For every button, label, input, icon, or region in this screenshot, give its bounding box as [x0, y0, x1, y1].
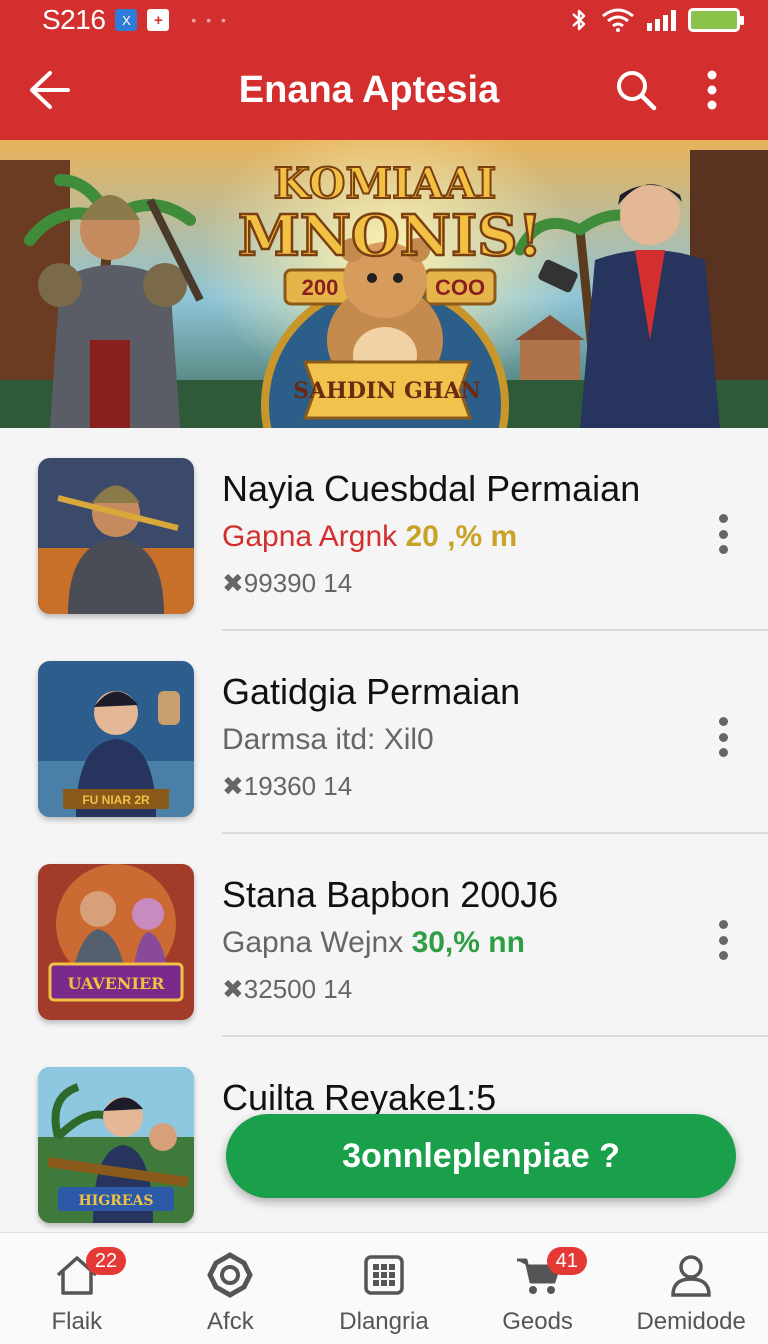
page-title: Enana Aptesia: [238, 68, 500, 111]
game-thumbnail: UAVENIER: [38, 864, 194, 1020]
nav-label: Demidode: [636, 1308, 746, 1335]
game-thumbnail: [38, 458, 194, 614]
list-item[interactable]: Nayia Cuesbdal Permaian Gapna Argnk 20 ,…: [0, 428, 768, 631]
game-title: Gatidgia Permaian: [222, 671, 521, 712]
search-button[interactable]: [608, 62, 664, 118]
gear-icon: [205, 1250, 255, 1300]
status-time: S216: [42, 4, 106, 35]
more-vert-icon[interactable]: [708, 717, 738, 757]
game-meta: ✖32500 14: [222, 974, 353, 1004]
promo-banner[interactable]: 200 COO KOMIAAI MNONIS! SAHDIN GHAN: [0, 140, 768, 428]
game-subtitle: Darmsa itd: Xil0: [222, 723, 434, 757]
game-title: Stana Bapbon 200J6: [222, 874, 559, 915]
more-vert-icon[interactable]: [708, 514, 738, 554]
game-title: Nayia Cuesbdal Permaian: [222, 468, 641, 509]
nav-label: Dlangria: [339, 1308, 429, 1335]
nav-label: Geods: [502, 1308, 573, 1335]
nav-item-cart[interactable]: 41 Geods: [461, 1233, 615, 1344]
more-vert-icon[interactable]: [708, 920, 738, 960]
app-bar: Enana Aptesia: [0, 40, 768, 140]
wifi-icon: [602, 8, 634, 32]
game-subtitle-accent: 20 ,% m: [405, 520, 518, 553]
banner-headline-2: MNONIS!: [238, 203, 542, 269]
game-title: Cuilta Reyake1:5: [222, 1077, 497, 1118]
status-bar: S216 X + • • •: [0, 0, 768, 40]
notification-icon: X: [115, 9, 138, 31]
notification-badge: 41: [546, 1247, 587, 1275]
nav-item-home[interactable]: 22 Flaik: [0, 1233, 154, 1344]
game-thumbnail: FU NIAR 2R: [38, 661, 194, 817]
back-arrow-icon: [30, 71, 70, 109]
banner-right-badge: COO: [435, 275, 485, 300]
game-subtitle-prefix: Darmsa itd: Xil0: [222, 723, 434, 756]
game-list: Nayia Cuesbdal Permaian Gapna Argnk 20 ,…: [0, 428, 768, 1232]
battery-icon: [688, 8, 744, 32]
list-item[interactable]: FU NIAR 2R Gatidgia Permaian Darmsa itd:…: [0, 631, 768, 834]
nav-item-settings[interactable]: Afck: [154, 1233, 308, 1344]
thumbnail-label: UAVENIER: [68, 974, 166, 993]
game-subtitle: Gapna Argnk 20 ,% m: [222, 520, 517, 554]
game-thumbnail: HIGREAS: [38, 1067, 194, 1223]
thumbnail-label: FU NIAR 2R: [82, 793, 150, 807]
game-meta: ✖99390 14: [222, 568, 353, 598]
grid-icon: [359, 1250, 409, 1300]
bottom-nav: 22 Flaik Afck Dlangria 41 Geods Demidode: [0, 1232, 768, 1344]
list-item[interactable]: UAVENIER Stana Bapbon 200J6 Gapna Wejnx …: [0, 834, 768, 1037]
more-vert-icon: [707, 70, 717, 110]
nav-item-profile[interactable]: Demidode: [614, 1233, 768, 1344]
status-icons: [569, 8, 744, 32]
nav-label: Flaik: [51, 1308, 103, 1335]
banner-left-badge: 200: [302, 275, 339, 300]
search-icon: [617, 71, 657, 111]
game-meta: ✖19360 14: [222, 771, 353, 801]
signal-icon: [647, 9, 676, 31]
profile-icon: [666, 1250, 716, 1300]
thumbnail-label: HIGREAS: [78, 1193, 153, 1209]
banner-ribbon: SAHDIN GHAN: [293, 378, 481, 404]
bluetooth-icon: [572, 9, 586, 31]
game-subtitle-prefix: Gapna Wejnx: [222, 926, 404, 959]
back-button[interactable]: [0, 40, 100, 140]
app-notification-icon: +: [147, 9, 170, 31]
game-subtitle-accent: 30,% nn: [411, 926, 525, 959]
floating-action-button[interactable]: 3onnleplenpiae ?: [226, 1114, 736, 1198]
game-subtitle: Gapna Wejnx 30,% nn: [222, 926, 525, 960]
more-options-button[interactable]: [684, 62, 740, 118]
nav-label: Afck: [207, 1308, 254, 1335]
game-subtitle-prefix: Gapna Argnk: [222, 520, 398, 553]
banner-artwork: 200 COO KOMIAAI MNONIS! SAHDIN GHAN: [0, 140, 768, 428]
status-dots: • • •: [191, 12, 229, 28]
notification-badge: 22: [86, 1247, 126, 1275]
nav-item-grid[interactable]: Dlangria: [307, 1233, 461, 1344]
banner-headline-1: KOMIAAI: [274, 159, 497, 208]
